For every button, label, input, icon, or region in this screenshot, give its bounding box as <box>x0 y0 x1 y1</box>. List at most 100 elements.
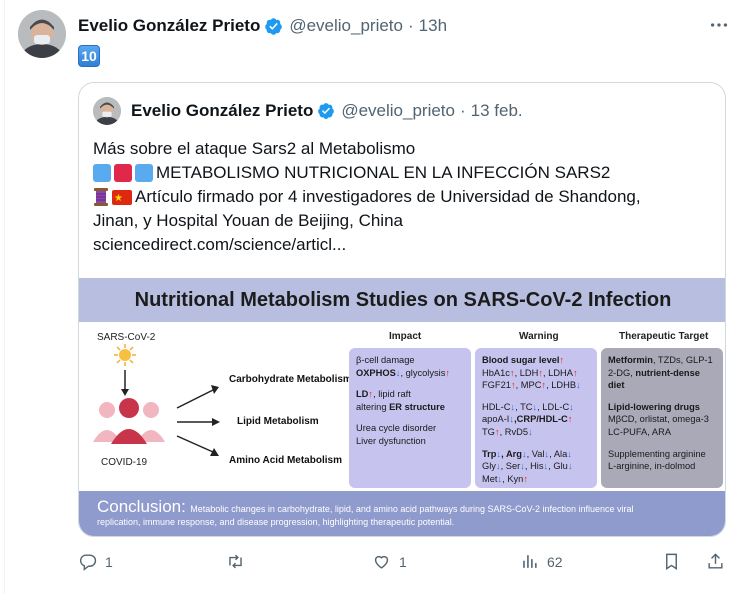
red-square-icon <box>114 164 132 182</box>
quote-line-3: Artículo firmado por 4 investigadores de… <box>135 187 641 206</box>
quote-line-2: METABOLISMO NUTRICIONAL EN LA INFECCIÓN … <box>156 163 611 182</box>
impact-box: β-cell damage OXPHOS↓, glycolysis↑ LD↑, … <box>349 348 471 488</box>
quote-line-1: Más sobre el ataque Sars2 al Metabolismo <box>93 139 416 158</box>
quote-line-4: Jinan, y Hospital Youan de Beijing, Chin… <box>93 211 403 230</box>
reply-button[interactable]: 1 <box>78 552 113 571</box>
quote-link[interactable]: sciencedirect.com/science/articl... <box>93 233 346 257</box>
quote-text: Más sobre el ataque Sars2 al Metabolismo… <box>93 137 713 257</box>
warning-text: , Kyn <box>502 473 524 484</box>
warning-text: Met <box>482 473 498 484</box>
author-avatar[interactable] <box>18 10 66 58</box>
retweet-button[interactable] <box>226 552 253 571</box>
like-count: 1 <box>399 553 407 570</box>
target-text: L-arginine, in-dolmod <box>608 461 696 472</box>
separator-dot: · <box>459 101 466 120</box>
impact-text: ER structure <box>389 401 445 412</box>
impact-text: altering <box>356 401 390 412</box>
warning-text: HDL-C <box>482 401 511 412</box>
verified-badge-icon <box>318 103 335 119</box>
target-text: LC-PUFA, ARA <box>608 426 672 437</box>
thread-line <box>4 0 5 594</box>
more-icon[interactable] <box>708 14 730 36</box>
lipid-metabolism-label: Lipid Metabolism <box>237 416 319 427</box>
conclusion-text: Metabolic changes in carbohydrate, lipid… <box>190 504 634 514</box>
target-text: 2-DG, <box>608 367 636 378</box>
warning-text: , TC <box>515 401 533 412</box>
impact-text: , lipid raft <box>373 389 411 400</box>
blue-square-icon <box>93 164 111 182</box>
warning-text: TG <box>482 426 495 437</box>
up-arrow: ↑ <box>572 367 578 378</box>
warning-text: , RvD5 <box>499 426 528 437</box>
quote-header: Evelio González Prieto @evelio_prieto · … <box>131 101 523 121</box>
therapeutic-target-box: Metformin, TZDs, GLP-1 2-DG, nutrient-de… <box>601 348 723 488</box>
up-arrow: ↑ <box>559 355 565 365</box>
target-text: Supplementing arginine <box>608 448 706 459</box>
reply-icon <box>79 554 97 571</box>
warning-text: , Glu <box>548 461 568 472</box>
virus-label: SARS-CoV-2 <box>97 332 156 343</box>
pathway-arrows-icon <box>176 385 220 456</box>
share-button[interactable] <box>706 552 733 571</box>
quote-author-handle: @evelio_prieto <box>341 101 455 120</box>
reply-count: 1 <box>105 553 113 570</box>
verified-badge-icon <box>265 17 283 35</box>
keycap-ten-emoji: 10 <box>78 45 100 67</box>
warning-text: , Arg <box>501 448 522 459</box>
impact-text: β-cell damage <box>356 355 415 365</box>
infographic-title: Nutritional Metabolism Studies on SARS-C… <box>134 288 672 311</box>
quote-time: 13 feb. <box>470 101 523 120</box>
author-handle[interactable]: @evelio_prieto <box>289 16 403 36</box>
target-text: MβCD, orlistat, omega-3 <box>608 414 709 425</box>
spool-of-thread-icon <box>94 188 108 206</box>
people-group-icon <box>93 398 165 444</box>
down-arrow: ↓ <box>567 448 572 459</box>
warning-text: , LDHB <box>546 380 577 391</box>
warning-text: HbA1c <box>482 367 510 378</box>
target-text: Metformin <box>608 355 653 365</box>
warning-text: , Val <box>526 448 545 459</box>
warning-text: , His <box>524 461 544 472</box>
quote-author-name: Evelio González Prieto <box>131 101 314 120</box>
warning-text: apoA-I <box>482 414 510 425</box>
conclusion-heading: Conclusion: <box>97 497 186 516</box>
warning-text: , Ser <box>500 461 521 472</box>
impact-text: LD <box>356 389 369 400</box>
warning-text: ,CRP/HDL-C <box>514 414 568 425</box>
tweet-header: Evelio González Prieto @evelio_prieto · … <box>78 16 447 36</box>
bookmark-button[interactable] <box>662 552 689 571</box>
warning-box: Blood sugar level↑ HbA1c↑, LDH↑, LDHA↑ F… <box>475 348 597 488</box>
like-icon <box>374 555 389 569</box>
china-flag-icon <box>112 187 132 211</box>
bookmark-icon <box>666 553 677 570</box>
quoted-tweet[interactable]: Evelio González Prieto @evelio_prieto · … <box>78 82 726 537</box>
disease-label: COVID-19 <box>101 457 148 468</box>
retweet-icon <box>229 554 242 569</box>
views-count: 62 <box>547 553 563 570</box>
up-arrow: ↑ <box>523 473 528 484</box>
down-arrow: ↓ <box>528 426 533 437</box>
warning-text: Blood sugar level <box>482 355 560 365</box>
views-icon <box>523 555 537 568</box>
down-arrow: ↓ <box>576 380 581 391</box>
infographic-image[interactable]: Nutritional Metabolism Studies on SARS-C… <box>79 278 725 536</box>
action-bar: 1 1 62 <box>78 552 728 576</box>
separator-dot: · <box>407 16 414 35</box>
views-button[interactable]: 62 <box>520 552 563 571</box>
impact-text: Liver dysfunction <box>356 435 426 446</box>
warning-text: Gly <box>482 461 496 472</box>
warning-text: , LDH <box>514 367 539 378</box>
down-arrow-icon <box>121 370 129 396</box>
down-arrow: ↓ <box>569 401 574 412</box>
impact-heading: Impact <box>389 331 422 342</box>
like-button[interactable]: 1 <box>372 552 407 571</box>
up-arrow: ↑ <box>567 414 573 425</box>
warning-text: FGF21 <box>482 380 511 391</box>
quote-author-avatar[interactable] <box>93 97 121 125</box>
amino-acid-metabolism-label: Amino Acid Metabolism <box>229 455 342 466</box>
tweet-time[interactable]: 13h <box>419 16 447 36</box>
author-name[interactable]: Evelio González Prieto <box>78 16 260 36</box>
impact-text: OXPHOS <box>356 367 396 378</box>
down-arrow: ↓ <box>567 461 573 472</box>
warning-heading: Warning <box>519 331 559 342</box>
